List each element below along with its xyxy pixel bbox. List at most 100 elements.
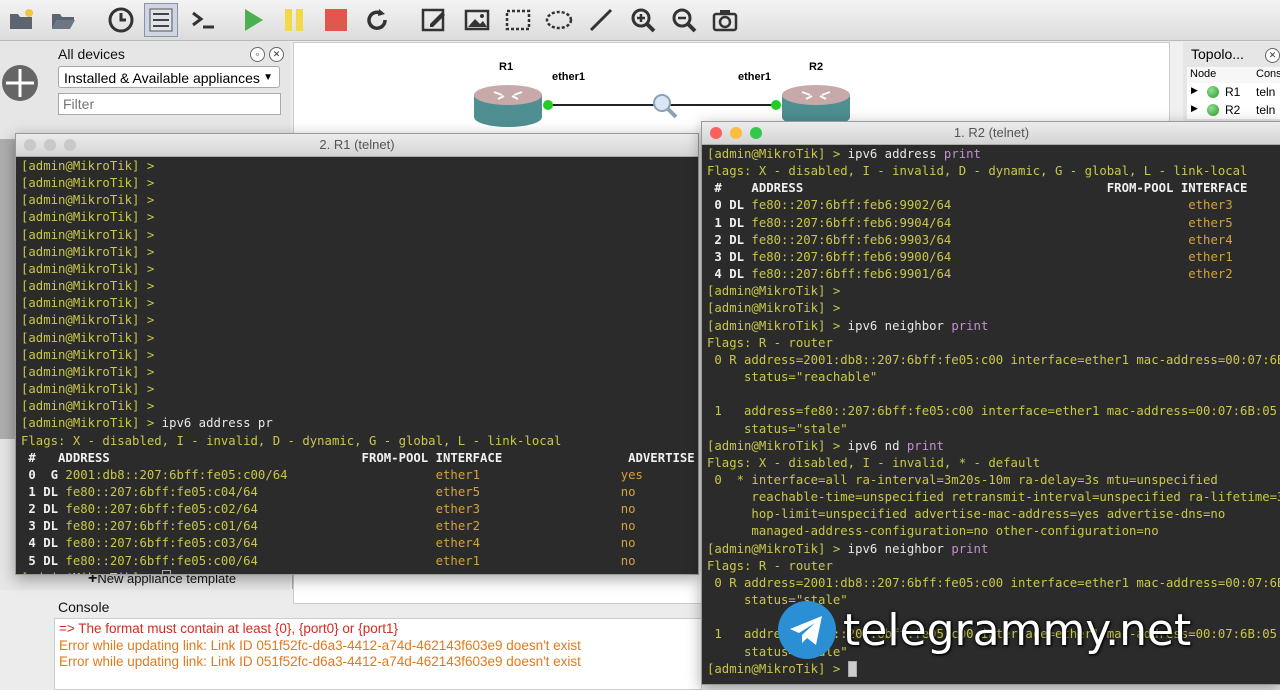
table-header: # ADDRESS FROM-POOL INTERFACE ADVERTISE bbox=[21, 450, 695, 465]
flags-line: Flags: X - disabled, I - invalid, D - dy… bbox=[21, 433, 562, 448]
canvas-scrollbar[interactable] bbox=[1169, 42, 1184, 122]
terminal-cursor bbox=[161, 570, 171, 574]
node-label-r2[interactable]: R2 bbox=[809, 61, 823, 73]
watermark-text: telegrammy.net bbox=[843, 604, 1192, 656]
insert-image-icon[interactable] bbox=[460, 3, 494, 37]
address-row: 4 DL fe80::207:6bff:feb6:9901/64 ether2 bbox=[707, 267, 1233, 282]
address-row: 4 DL fe80::207:6bff:fe05:c03/64 ether4 n… bbox=[21, 536, 636, 551]
address-row: 1 DL fe80::207:6bff:fe05:c04/64 ether5 n… bbox=[21, 484, 636, 499]
filter-input[interactable] bbox=[58, 93, 281, 115]
terminal-titlebar[interactable]: 2. R1 (telnet) bbox=[16, 134, 698, 157]
terminal-prompt: [admin@MikroTik] > bbox=[21, 347, 155, 362]
terminal-prompt: [admin@MikroTik] > bbox=[707, 301, 841, 316]
terminal-prompt: [admin@MikroTik] > bbox=[21, 193, 155, 208]
router-r1-icon[interactable] bbox=[474, 85, 542, 127]
command-line: [admin@MikroTik] > ipv6 nd print bbox=[707, 438, 944, 453]
status-running-icon bbox=[1207, 104, 1219, 116]
neighbor-status: status="reachable" bbox=[707, 370, 878, 385]
window-title: 1. R2 (telnet) bbox=[953, 125, 1030, 140]
expand-icon[interactable]: ▶ bbox=[1191, 103, 1198, 114]
table-header: Node Cons bbox=[1187, 67, 1280, 84]
console-icon[interactable] bbox=[186, 3, 220, 37]
address-row: 2 DL fe80::207:6bff:feb6:9903/64 ether4 bbox=[707, 232, 1233, 247]
appliance-filter-value: Installed & Available appliances bbox=[64, 70, 260, 86]
zoom-icon[interactable] bbox=[750, 127, 762, 139]
address-row: 0 G 2001:db8::207:6bff:fe05:c00/64 ether… bbox=[21, 467, 643, 482]
terminal-output[interactable]: [admin@MikroTik] > [admin@MikroTik] > [adm… bbox=[16, 157, 698, 574]
appliance-filter-select[interactable]: Installed & Available appliances ▼ bbox=[58, 66, 280, 88]
dock-title: Topolo... bbox=[1191, 46, 1244, 62]
watermark: telegrammy.net bbox=[775, 600, 1191, 660]
address-row: 2 DL fe80::207:6bff:fe05:c02/64 ether3 n… bbox=[21, 502, 636, 517]
close-icon[interactable]: ✕ bbox=[269, 47, 284, 62]
command-line: [admin@MikroTik] > bbox=[21, 570, 698, 574]
telegram-logo-icon bbox=[778, 601, 836, 659]
console-type: teln bbox=[1256, 85, 1276, 99]
play-icon[interactable] bbox=[236, 3, 270, 37]
router-category-icon[interactable] bbox=[0, 59, 40, 109]
console-line: Error while updating link: Link ID 051f5… bbox=[59, 637, 581, 653]
terminal-prompt: [admin@MikroTik] > bbox=[707, 284, 841, 299]
stop-icon[interactable] bbox=[319, 3, 353, 37]
close-icon[interactable]: ✕ bbox=[1265, 48, 1280, 63]
zoom-in-icon[interactable] bbox=[626, 3, 660, 37]
address-row: 0 DL fe80::207:6bff:feb6:9902/64 ether3 bbox=[707, 198, 1233, 213]
zoom-out-icon[interactable] bbox=[667, 3, 701, 37]
reload-icon[interactable] bbox=[360, 3, 394, 37]
port-label-r2: ether1 bbox=[738, 71, 772, 83]
ellipse-icon[interactable] bbox=[542, 3, 576, 37]
terminal-titlebar[interactable]: 1. R2 (telnet) bbox=[702, 122, 1280, 145]
console-type: teln bbox=[1256, 103, 1276, 117]
clock-icon[interactable] bbox=[104, 3, 138, 37]
close-icon[interactable] bbox=[710, 127, 722, 139]
terminal-prompt: [admin@MikroTik] > bbox=[21, 382, 155, 397]
node-name: R2 bbox=[1225, 103, 1241, 117]
col-console[interactable]: Cons bbox=[1256, 68, 1280, 80]
terminal-prompt: [admin@MikroTik] > bbox=[21, 399, 155, 414]
close-icon[interactable] bbox=[24, 139, 36, 151]
nd-line: hop-limit=unspecified advertise-mac-addr… bbox=[707, 507, 1226, 522]
status-running-icon bbox=[1207, 86, 1219, 98]
topology-summary-dock: Topolo... ✕ Node Cons ▶ R1 teln ▶ R2 tel… bbox=[1183, 42, 1280, 122]
table-row[interactable]: ▶ R1 teln bbox=[1187, 83, 1280, 101]
rectangle-icon[interactable] bbox=[501, 3, 535, 37]
folder-new-icon[interactable] bbox=[4, 3, 38, 37]
table-row[interactable]: ▶ R2 teln bbox=[1187, 101, 1280, 119]
neighbor-status: status="stale" bbox=[707, 421, 848, 436]
neighbor-line: 0 R address=2001:db8::207:6bff:fe05:c00 … bbox=[707, 352, 1280, 367]
command-line: [admin@MikroTik] > ipv6 neighbor print bbox=[707, 541, 989, 556]
console-line: Error while updating link: Link ID 051f5… bbox=[59, 654, 581, 669]
terminal-prompt: [admin@MikroTik] > bbox=[21, 159, 155, 173]
terminal-r1-window[interactable]: 2. R1 (telnet) [admin@MikroTik] > [admin@… bbox=[15, 133, 699, 575]
zoom-icon[interactable] bbox=[64, 139, 76, 151]
terminal-prompt: [admin@MikroTik] > bbox=[21, 313, 155, 328]
nd-line: reachable-time=unspecified retransmit-in… bbox=[707, 490, 1280, 505]
console-output[interactable]: => The format must contain at least {0},… bbox=[54, 618, 702, 690]
expand-icon[interactable]: ▶ bbox=[1191, 85, 1198, 96]
col-node[interactable]: Node bbox=[1190, 68, 1216, 80]
terminal-prompt: [admin@MikroTik] > bbox=[21, 244, 155, 259]
float-icon[interactable]: ▫ bbox=[250, 47, 265, 62]
topology-summary-icon[interactable] bbox=[144, 3, 178, 37]
port-label-r1: ether1 bbox=[552, 71, 586, 83]
port-status-icon bbox=[771, 100, 781, 110]
category-strip[interactable] bbox=[0, 139, 16, 439]
terminal-cursor bbox=[847, 661, 857, 678]
address-row: 5 DL fe80::207:6bff:fe05:c00/64 ether1 n… bbox=[21, 553, 636, 568]
node-label-r1[interactable]: R1 bbox=[499, 61, 513, 73]
edit-note-icon[interactable] bbox=[417, 3, 451, 37]
minimize-icon[interactable] bbox=[44, 139, 56, 151]
pause-icon[interactable] bbox=[277, 3, 311, 37]
neighbor-line: 1 address=fe80::207:6bff:fe05:c00 interf… bbox=[707, 404, 1280, 419]
flags-line: Flags: R - router bbox=[707, 335, 833, 350]
command-line: [admin@MikroTik] > ipv6 address pr bbox=[21, 416, 273, 431]
terminal-prompt: [admin@MikroTik] > bbox=[21, 210, 155, 225]
screenshot-icon[interactable] bbox=[708, 3, 742, 37]
command-line: [admin@MikroTik] > bbox=[707, 661, 1280, 678]
console-line: => The format must contain at least {0},… bbox=[59, 621, 398, 636]
terminal-prompt: [admin@MikroTik] > bbox=[21, 261, 155, 276]
minimize-icon[interactable] bbox=[730, 127, 742, 139]
folder-open-icon[interactable] bbox=[46, 3, 80, 37]
line-icon[interactable] bbox=[584, 3, 618, 37]
nd-line: 0 * interface=all ra-interval=3m20s-10m … bbox=[707, 472, 1218, 487]
